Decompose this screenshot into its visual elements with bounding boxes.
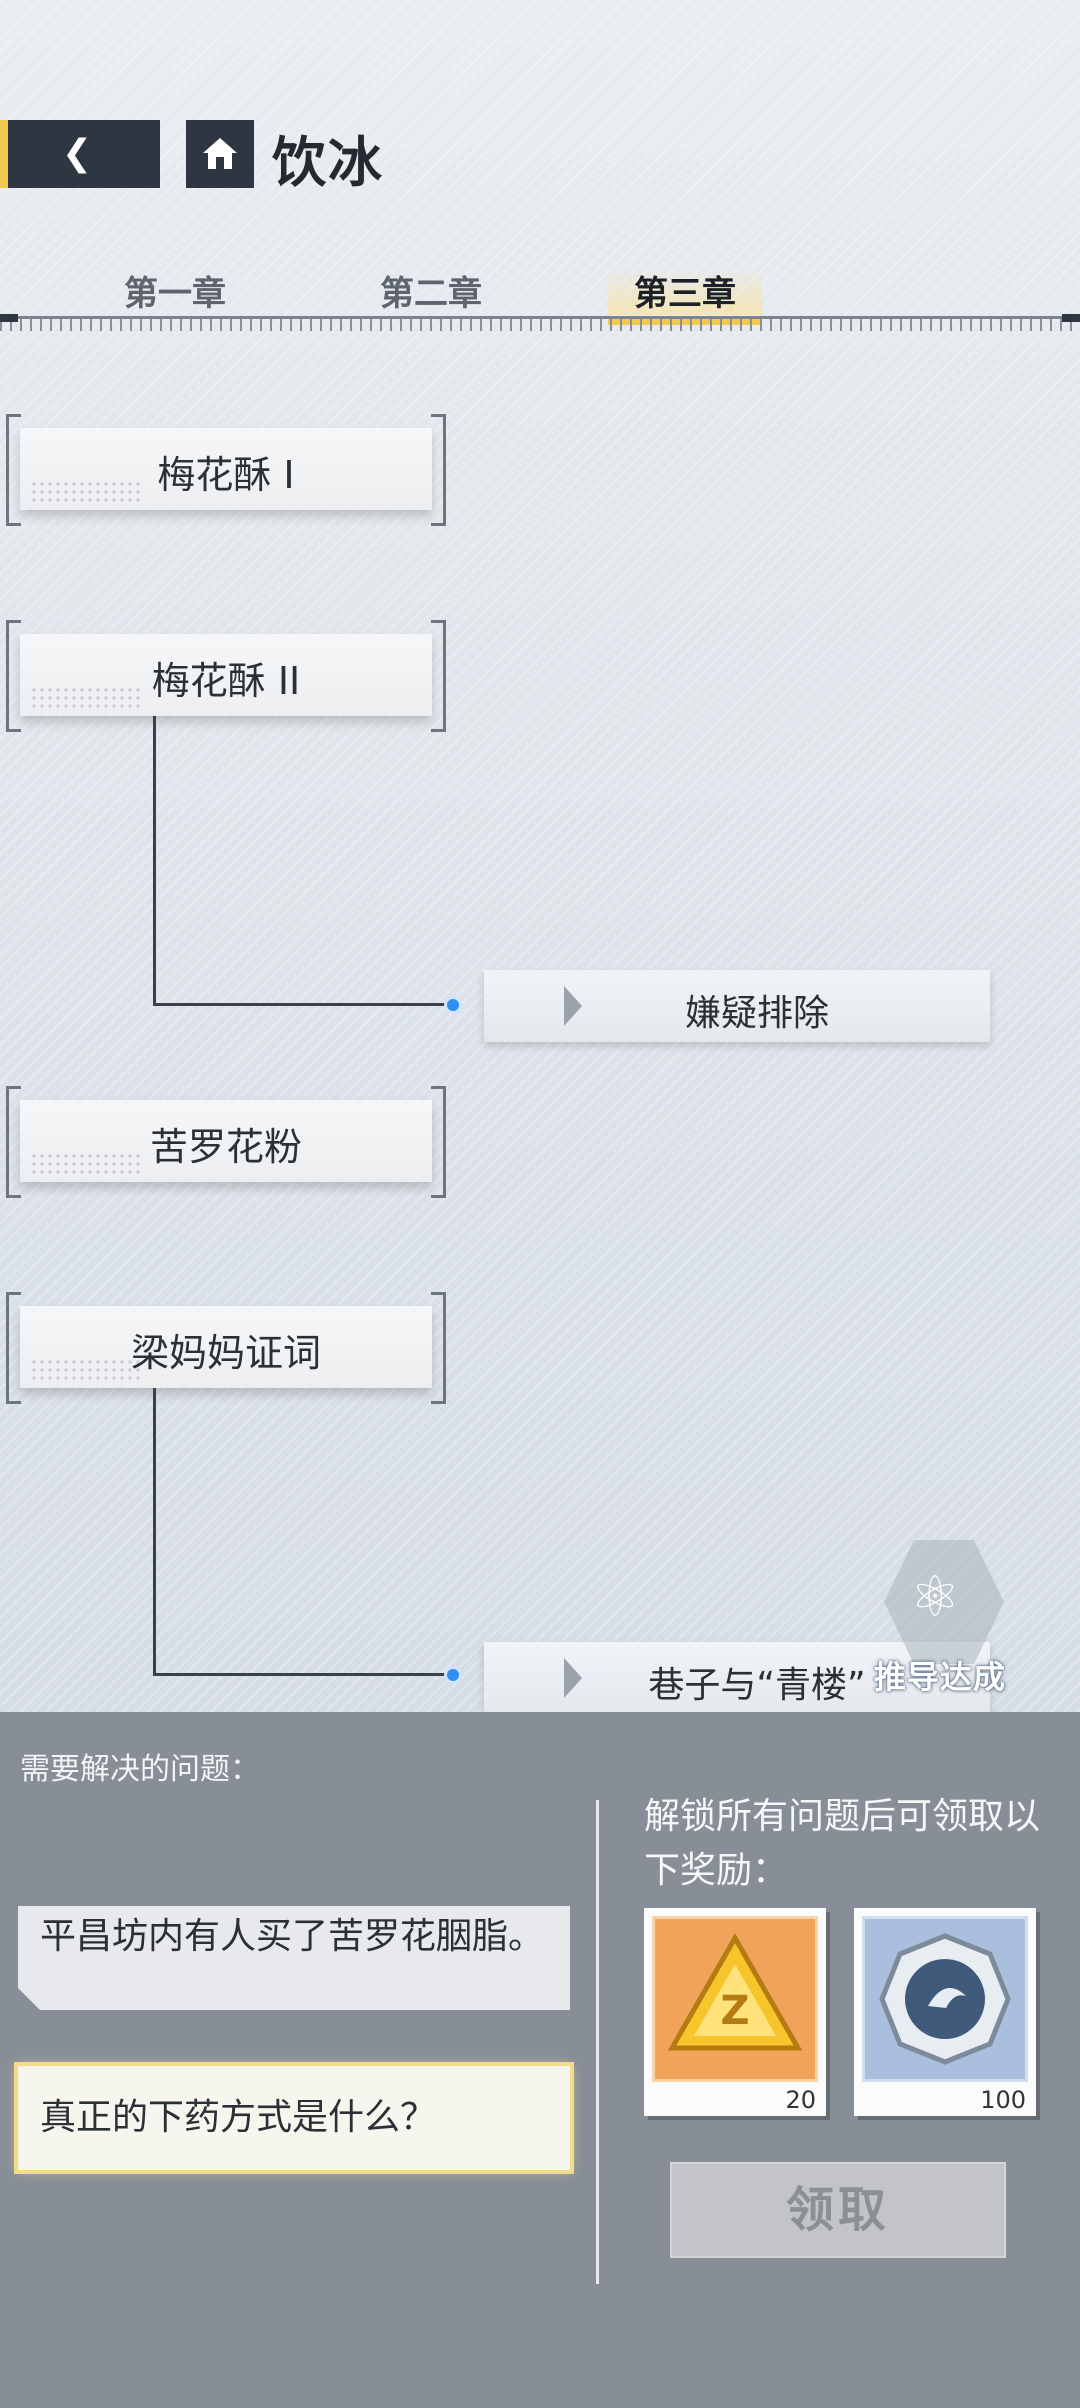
clue-label: 苦罗花粉	[149, 1125, 302, 1169]
badge-text: 推导达成	[874, 1658, 1007, 1696]
bracket-left	[6, 414, 21, 526]
clue-card-face: 苦罗花粉	[20, 1100, 432, 1182]
deduction-complete-badge: ⚛ 推导达成	[874, 1540, 1014, 1696]
reward-tile	[862, 1916, 1028, 2082]
atom-icon: ⚛	[910, 1565, 961, 1630]
tab-chapter-2[interactable]: 第二章	[380, 266, 482, 315]
tab-chapter-3[interactable]: 第三章	[608, 266, 762, 325]
claim-button[interactable]: 领取	[670, 2162, 1006, 2258]
connector-line	[153, 1003, 453, 1006]
problems-heading: 需要解决的问题：	[20, 1752, 260, 1787]
reward-count: 20	[785, 2086, 816, 2114]
connector-dot	[444, 996, 462, 1014]
chapter-ruler	[0, 314, 1080, 342]
reward-count: 100	[980, 2086, 1026, 2114]
clue-label: 梅花酥 II	[151, 659, 301, 703]
back-arrow-icon: ❮	[62, 133, 93, 174]
reward-tile: Z	[652, 1916, 818, 2082]
question-item-2[interactable]: 真正的下药方式是什么？	[14, 2062, 574, 2174]
tab-chapter-1[interactable]: 第一章	[124, 266, 226, 315]
question-item-1[interactable]: 平昌坊内有人买了苦罗花胭脂。	[18, 1906, 570, 2010]
connector-line	[153, 1673, 453, 1676]
clue-label: 梁妈妈证词	[130, 1331, 321, 1375]
connector-dot	[444, 1666, 462, 1684]
back-button[interactable]: ❮	[0, 120, 160, 188]
clue-card-3[interactable]: 苦罗花粉	[6, 1086, 446, 1198]
clue-card-2[interactable]: 梅花酥 II	[6, 620, 446, 732]
svg-text:Z: Z	[720, 1988, 749, 2034]
home-icon	[203, 138, 237, 169]
connector-line	[153, 716, 156, 1006]
panel-divider	[596, 1800, 599, 2284]
bracket-left	[6, 1292, 21, 1404]
reward-item-1[interactable]: Z 20	[644, 1908, 826, 2116]
clue-card-face: 梁妈妈证词	[20, 1306, 432, 1388]
clue-card-1[interactable]: 梅花酥 I	[6, 414, 446, 526]
clue-label: 梅花酥 I	[157, 453, 295, 497]
clue-card-4[interactable]: 梁妈妈证词	[6, 1292, 446, 1404]
bracket-left	[6, 620, 21, 732]
bracket-right	[431, 1086, 446, 1198]
reward-item-2[interactable]: 100	[854, 1908, 1036, 2116]
bracket-right	[431, 1292, 446, 1404]
clue-card-face: 梅花酥 I	[20, 428, 432, 510]
golden-triangle-icon: Z	[667, 1932, 803, 2051]
bracket-right	[431, 414, 446, 526]
clue-card-face: 梅花酥 II	[20, 634, 432, 716]
bracket-right	[431, 620, 446, 732]
bracket-left	[6, 1086, 21, 1198]
silver-coin-icon	[879, 1933, 1011, 2065]
reward-heading: 解锁所有问题后可领取以下奖励：	[644, 1796, 1041, 1891]
deduction-label: 嫌疑排除	[684, 993, 829, 1034]
deduction-card-1[interactable]: 嫌疑排除	[484, 970, 990, 1042]
page-title: 饮冰	[272, 131, 384, 194]
home-button[interactable]	[186, 120, 254, 188]
connector-line	[153, 1388, 156, 1676]
